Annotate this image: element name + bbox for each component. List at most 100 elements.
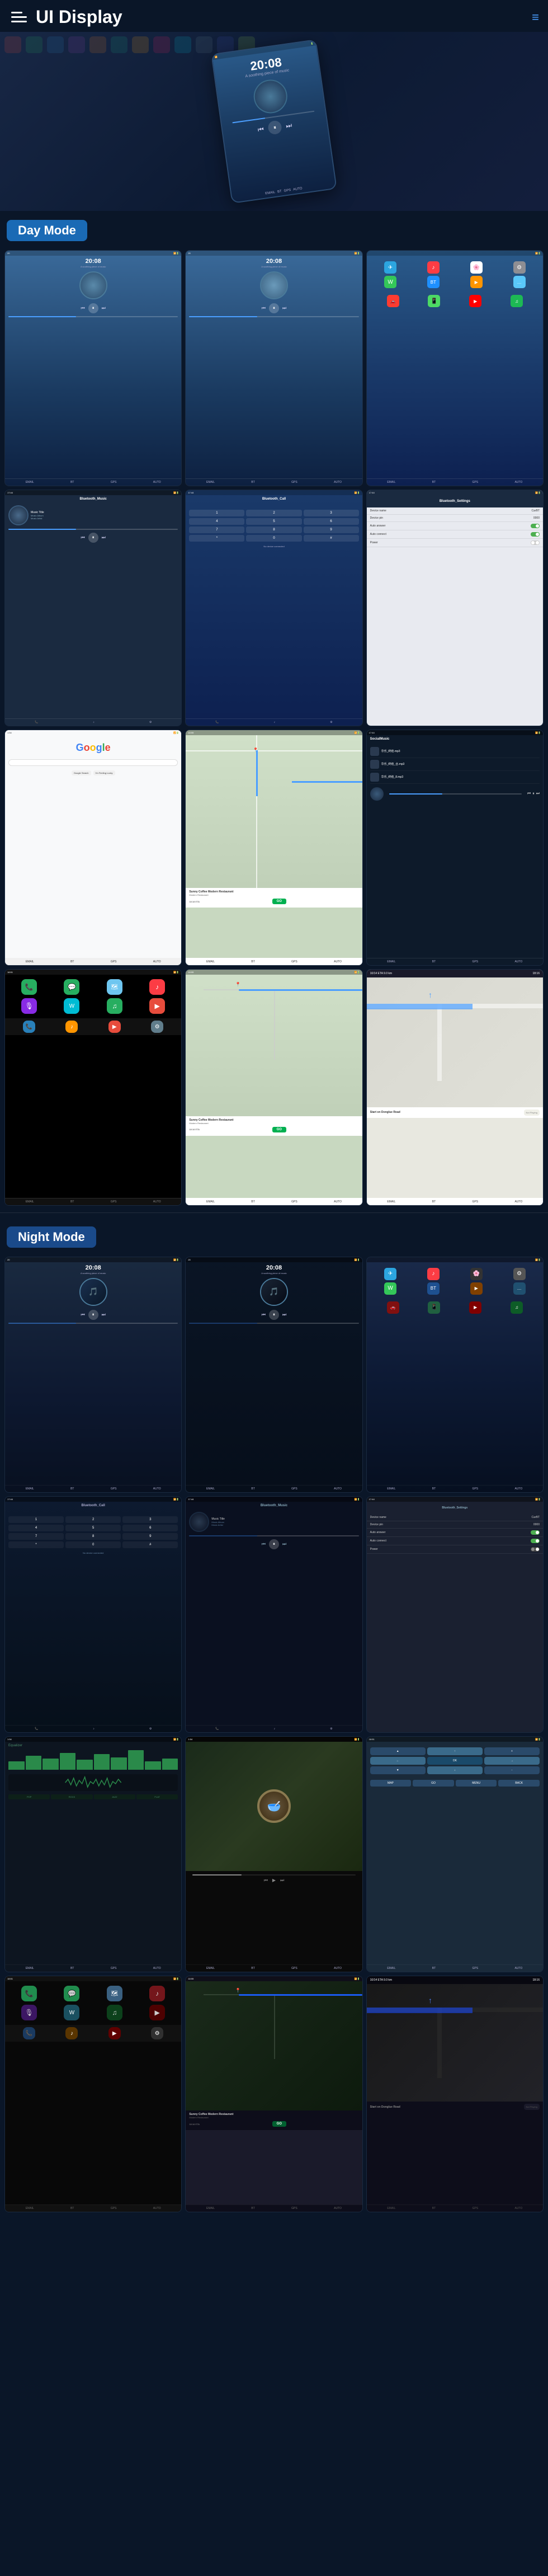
video-play-btn[interactable]: ▶ — [272, 1878, 276, 1883]
night-app-yt[interactable]: ▶ — [456, 1301, 495, 1314]
google-lucky-btn[interactable]: I'm Feeling Lucky — [93, 770, 115, 775]
nav-auto[interactable]: AUTO — [293, 187, 303, 191]
call-nav-music[interactable]: ♪ — [274, 721, 276, 724]
night-eq[interactable]: 1:54📶🔋 Equalizer — [4, 1736, 182, 1972]
app-waze[interactable]: W — [370, 276, 411, 288]
google-nav-bt[interactable]: BT — [70, 960, 74, 963]
day-map-nav[interactable]: 18:55📶🔋 📍 Sunny Coffee Modern Restaurant… — [185, 730, 362, 966]
night-app-waze[interactable]: W — [370, 1282, 411, 1295]
lm-nav-3[interactable]: GPS — [473, 960, 479, 963]
nav-fn-3[interactable]: MENU — [456, 1780, 497, 1787]
waze-nav-auto[interactable]: AUTO — [334, 1200, 342, 1204]
n-cp-nav-1[interactable]: EMAIL — [26, 2207, 34, 2210]
night-home[interactable]: 📶🔋 ✈ ♪ 🌸 ⚙ W BT ▶ … 🚗 📱 ▶ ♫ — [366, 1257, 544, 1493]
playing-prev[interactable]: ⏮ — [527, 792, 531, 796]
playing-next[interactable]: ⏭ — [536, 792, 540, 796]
n-nav-1-email[interactable]: EMAIL — [26, 1487, 34, 1491]
night-video[interactable]: 1:54📶🔋 🥣 ⏮ ▶ ⏭ EMAIL — [185, 1736, 362, 1972]
eq-preset-1[interactable]: POP — [8, 1794, 50, 1799]
tbt-nav-email[interactable]: EMAIL — [387, 1200, 395, 1204]
music-item-2[interactable]: 华乐_终结_合.mp3 — [370, 758, 540, 771]
music-progress-2[interactable] — [189, 316, 358, 317]
n-cp-messages[interactable]: 💬 — [52, 1986, 91, 2001]
night-app-car[interactable]: 🚗 — [374, 1301, 413, 1314]
n-bt-nav-3[interactable]: ⚙ — [330, 1727, 332, 1731]
app-spotify[interactable]: ♫ — [497, 295, 536, 307]
dial-0[interactable]: 0 — [246, 535, 301, 542]
cp-apple-maps[interactable]: 🗺 — [95, 979, 134, 995]
app-photo[interactable]: 🌸 — [456, 261, 497, 274]
nav-bt-1[interactable]: BT — [70, 481, 74, 484]
n-bt-nav-2[interactable]: ♪ — [274, 1727, 276, 1731]
app-settings[interactable]: ⚙ — [499, 261, 540, 274]
cp-messages[interactable]: 💬 — [52, 979, 91, 995]
n-bt-nav-1[interactable]: 📞 — [215, 1727, 219, 1731]
lm-nav-1[interactable]: EMAIL — [387, 960, 395, 963]
eq-preset-3[interactable]: JAZZ — [94, 1794, 135, 1799]
n-tbt-nav-4[interactable]: AUTO — [514, 2207, 522, 2210]
cp-music[interactable]: ♪ — [138, 979, 177, 995]
carplay-dock-1[interactable]: 📞 — [23, 1021, 35, 1033]
n-nav-1-auto[interactable]: AUTO — [153, 1487, 161, 1491]
night-dial-9[interactable]: 9 — [122, 1533, 178, 1540]
dial-2[interactable]: 2 — [246, 510, 301, 516]
app-carplay[interactable]: ▶ — [456, 276, 497, 288]
night-app-more[interactable]: … — [499, 1282, 540, 1295]
night-carplay[interactable]: 18:51📶🔋 📞 💬 🗺 ♪ 🎙 W ♫ ▶ 📞 ♪ ▶ ⚙ — [4, 1976, 182, 2212]
cp-nav-1[interactable]: EMAIL — [26, 1200, 34, 1204]
day-home-screen[interactable]: 📶🔋 ✈ ♪ 🌸 ⚙ W BT ▶ … 🚗 📱 ▶ ♫ — [366, 250, 544, 486]
app-music[interactable]: ♪ — [413, 261, 453, 274]
n-waze-go-btn[interactable]: GO — [272, 2121, 286, 2127]
google-search-box[interactable] — [8, 759, 178, 766]
video-prev-btn[interactable]: ⏮ — [264, 1878, 268, 1883]
n-home-nav-auto[interactable]: AUTO — [514, 1487, 522, 1491]
night-dial-0[interactable]: 0 — [65, 1541, 121, 1548]
prev-icon-2[interactable]: ⏮ — [262, 305, 266, 311]
dial-4[interactable]: 4 — [189, 518, 244, 525]
night-bt-play[interactable]: ⏸ — [269, 1539, 279, 1549]
night-dial-7[interactable]: 7 — [8, 1533, 64, 1540]
n-nav-2-auto[interactable]: AUTO — [334, 1487, 342, 1491]
music-progress-1[interactable] — [8, 316, 178, 317]
day-bt-music[interactable]: 17:44📶🔋 Bluetooth_Music Music Title Musi… — [4, 490, 182, 726]
bt-prev-icon[interactable]: ⏮ — [81, 535, 84, 540]
bt-nav-2[interactable]: ♪ — [93, 721, 95, 724]
nav-email-2[interactable]: EMAIL — [206, 481, 215, 484]
eq-nav-3[interactable]: GPS — [111, 1967, 117, 1970]
day-tbt-nav[interactable]: 10/14 ETA 9.0 km 18:16 ↑ Start on Donglu… — [366, 969, 544, 1205]
night-music-2[interactable]: 20📶🔋 20:08 A soothing piece of music 🎵 ⏮… — [185, 1257, 362, 1493]
waze-go-btn[interactable]: GO — [272, 1127, 286, 1132]
dial-hash[interactable]: # — [304, 535, 359, 542]
nav-btn-up[interactable]: ▲ — [370, 1747, 426, 1755]
video-progress[interactable] — [192, 1874, 355, 1875]
night-play-2[interactable]: ⏸ — [269, 1310, 279, 1320]
night-auto-connect-toggle[interactable] — [531, 1539, 540, 1543]
video-nav-2[interactable]: BT — [251, 1967, 254, 1970]
n-cp-phone[interactable]: 📞 — [10, 1986, 49, 2001]
nav-bt[interactable]: BT — [277, 190, 282, 194]
nav-btn-center-top[interactable]: ↑ — [427, 1747, 483, 1755]
night-nav-btns[interactable]: 18:51📶🔋 ▲ ↑ + ← OK → ▼ ↓ - MAP GO MENU B… — [366, 1736, 544, 1972]
n-nav-1-gps[interactable]: GPS — [111, 1487, 117, 1491]
menu-icon[interactable] — [9, 7, 29, 27]
eq-nav-1[interactable]: EMAIL — [26, 1967, 34, 1970]
night-next-2[interactable]: ⏭ — [282, 1312, 286, 1318]
google-search-btn[interactable]: Google Search — [72, 770, 91, 775]
n-call-nav-2[interactable]: ♪ — [93, 1727, 95, 1731]
nav-email[interactable]: EMAIL — [265, 191, 276, 195]
bt-nav-3[interactable]: ⚙ — [149, 721, 152, 724]
night-play-1[interactable]: ⏸ — [88, 1310, 98, 1320]
night-dial-8[interactable]: 8 — [65, 1533, 121, 1540]
dial-7[interactable]: 7 — [189, 527, 244, 533]
day-bt-settings[interactable]: 17:44📶🔋 Bluetooth_Settings Device name C… — [366, 490, 544, 726]
night-bt-prev[interactable]: ⏮ — [262, 1541, 266, 1547]
n-nav-2-email[interactable]: EMAIL — [206, 1487, 215, 1491]
waze-nav-gps[interactable]: GPS — [291, 1200, 297, 1204]
day-local-music[interactable]: 17:44📶🔋 SocialMusic 华乐_终结.mp3 华乐_终结_合.mp… — [366, 730, 544, 966]
waze-nav-bt[interactable]: BT — [251, 1200, 254, 1204]
dial-5[interactable]: 5 — [246, 518, 301, 525]
night-prev-2[interactable]: ⏮ — [262, 1312, 266, 1318]
night-power-toggle[interactable] — [531, 1547, 540, 1552]
eq-preset-4[interactable]: FLAT — [136, 1794, 178, 1799]
night-dial-2[interactable]: 2 — [65, 1516, 121, 1523]
